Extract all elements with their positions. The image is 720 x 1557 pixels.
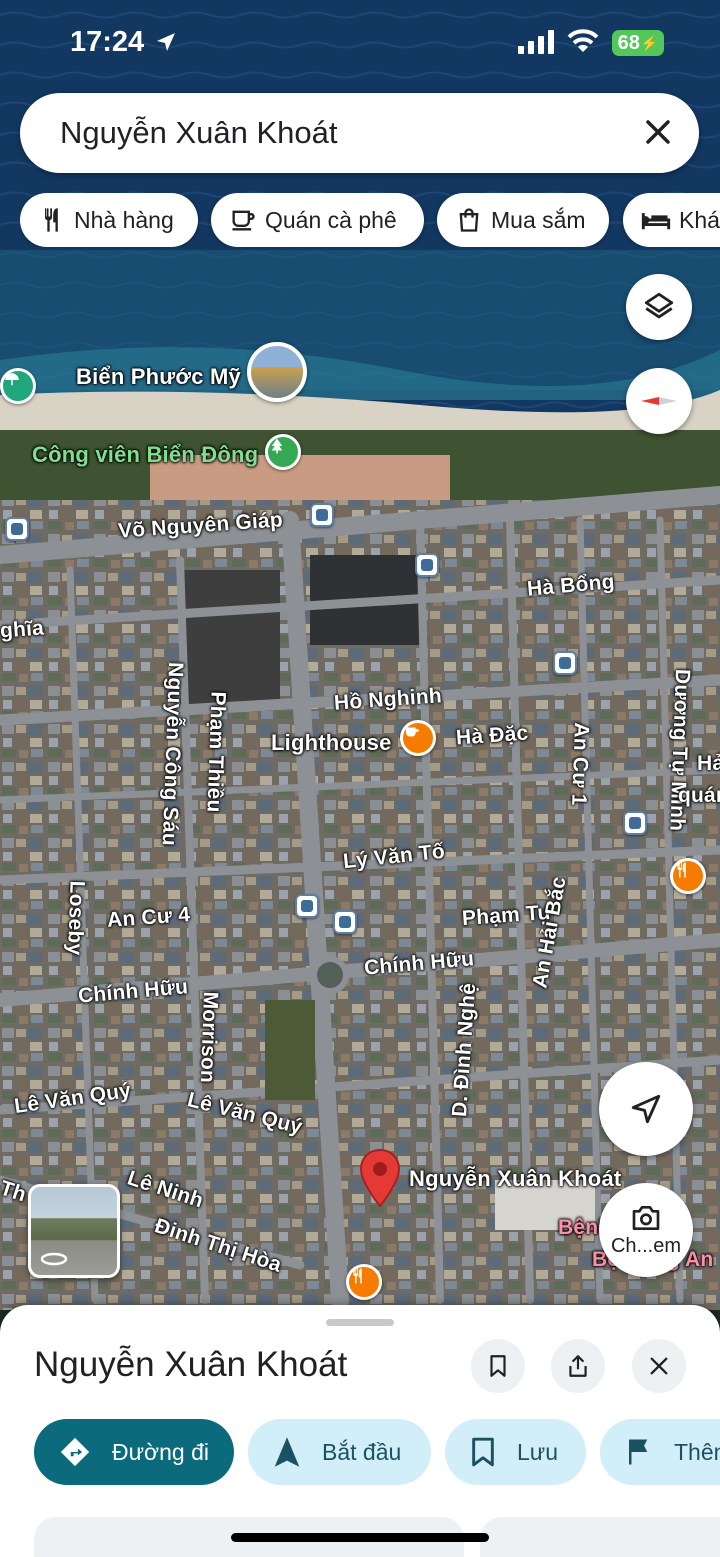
start-label: Bắt đầu	[322, 1438, 402, 1465]
place-bottom-sheet[interactable]: Nguyễn Xuân Khoát Đường đi Bắt đầu Lưu T…	[0, 1305, 720, 1557]
camera-button-label: Ch...em	[610, 1234, 682, 1257]
rotate-360-icon	[40, 1252, 68, 1266]
start-button[interactable]: Bắt đầu	[248, 1419, 431, 1485]
flag-icon	[629, 1439, 648, 1465]
search-bar[interactable]: Nguyễn Xuân Khoát	[20, 93, 699, 173]
bus-stop-icon[interactable]	[415, 553, 439, 577]
bus-stop-icon[interactable]	[623, 811, 647, 835]
battery-indicator: 68 ⚡	[612, 30, 664, 56]
more-label: Thêm	[674, 1438, 720, 1465]
restaurant-icon	[353, 1268, 362, 1284]
park-pin[interactable]	[265, 434, 301, 470]
chip-shopping[interactable]: Mua sắm	[437, 193, 609, 247]
bus-stop-icon[interactable]	[310, 503, 334, 527]
search-input[interactable]: Nguyễn Xuân Khoát	[60, 115, 338, 151]
restaurant-icon	[45, 208, 58, 232]
share-icon	[569, 1355, 587, 1377]
label-bien-phuoc-my[interactable]: Biển Phước Mỹ	[76, 364, 241, 390]
label-cong-vien-bien-dong[interactable]: Công viên Biển Đông	[32, 442, 258, 468]
save-button[interactable]: Lưu	[445, 1419, 586, 1485]
umbrella-icon	[5, 373, 19, 386]
beach-umbrella-pin[interactable]	[0, 368, 36, 404]
compass-icon	[641, 397, 677, 405]
shopping-bag-icon	[459, 208, 479, 232]
label-quan-partial: quán	[678, 784, 720, 807]
directions-icon	[60, 1437, 90, 1467]
layers-button[interactable]	[626, 274, 692, 340]
bookmark-icon	[490, 1355, 506, 1377]
label-loseby: Loseby	[63, 880, 89, 956]
label-an-cu-1: An Cư 1	[567, 722, 594, 806]
chip-label: Khác	[679, 206, 720, 233]
wifi-icon	[567, 29, 599, 52]
chip-label: Nhà hàng	[74, 206, 174, 233]
restaurant-pin[interactable]	[670, 858, 706, 894]
bus-stop-icon[interactable]	[553, 651, 577, 675]
label-pham-thieu: Phạm Thiều	[202, 691, 230, 813]
coffee-icon	[232, 210, 255, 231]
cellular-signal-icon	[518, 30, 554, 54]
bus-stop-icon[interactable]	[5, 517, 29, 541]
navigation-arrow-icon	[274, 1437, 300, 1467]
navigation-arrow-icon	[631, 1094, 661, 1124]
label-ha-dac: Hà Đặc	[455, 721, 530, 750]
restaurant-pin[interactable]	[346, 1264, 382, 1300]
layers-icon	[644, 292, 674, 319]
bus-stop-icon[interactable]	[295, 894, 319, 918]
location-arrow-icon	[157, 33, 175, 51]
bookmark-icon	[472, 1437, 494, 1467]
save-label: Lưu	[517, 1438, 558, 1465]
street-view-thumbnail[interactable]	[28, 1184, 120, 1278]
tree-icon	[271, 438, 283, 454]
chip-hotels[interactable]: Khác	[623, 193, 720, 247]
clear-search-icon[interactable]	[643, 117, 673, 147]
compass-button[interactable]	[626, 368, 692, 434]
charging-bolt-icon: ⚡	[640, 34, 659, 51]
close-sheet-button[interactable]	[632, 1339, 686, 1393]
chip-restaurants[interactable]: Nhà hàng	[20, 193, 198, 247]
camera-icon	[632, 1205, 660, 1230]
chip-label: Mua sắm	[491, 206, 586, 233]
close-icon	[650, 1357, 668, 1375]
coffee-icon	[406, 727, 419, 737]
camera-search-button[interactable]: Ch...em	[599, 1183, 693, 1277]
beach-photo-pin[interactable]	[247, 342, 307, 402]
share-button[interactable]	[551, 1339, 605, 1393]
status-bar: 17:24 68 ⚡	[0, 0, 720, 86]
directions-label: Đường đi	[112, 1438, 209, 1465]
restaurant-icon	[677, 862, 686, 878]
label-lighthouse[interactable]: Lighthouse	[271, 730, 392, 756]
cafe-pin[interactable]	[400, 720, 436, 756]
label-nghia: ghĩa	[0, 616, 45, 643]
home-indicator[interactable]	[231, 1533, 489, 1542]
sheet-drag-handle[interactable]	[326, 1319, 394, 1326]
info-card[interactable]	[480, 1517, 720, 1557]
chip-coffee[interactable]: Quán cà phê	[211, 193, 424, 247]
map-pin-icon	[359, 1148, 401, 1208]
save-place-button[interactable]	[471, 1339, 525, 1393]
status-time: 17:24	[70, 26, 145, 58]
chip-label: Quán cà phê	[265, 206, 397, 233]
label-ha-partial: Hả	[697, 752, 720, 775]
category-chips: Nhà hàng Quán cà phê Mua sắm Khác	[20, 193, 720, 247]
selected-location-pin[interactable]	[358, 1148, 402, 1210]
label-morrison: Morrison	[195, 991, 222, 1084]
bus-stop-icon[interactable]	[333, 910, 357, 934]
more-button[interactable]: Thêm	[600, 1419, 720, 1485]
label-nguyen-xuan-khoat[interactable]: Nguyễn Xuân Khoát	[409, 1166, 621, 1192]
directions-button[interactable]: Đường đi	[34, 1419, 234, 1485]
my-location-button[interactable]	[599, 1062, 693, 1156]
battery-level: 68	[617, 31, 640, 54]
place-title: Nguyễn Xuân Khoát	[34, 1345, 348, 1384]
bed-icon	[641, 213, 671, 230]
